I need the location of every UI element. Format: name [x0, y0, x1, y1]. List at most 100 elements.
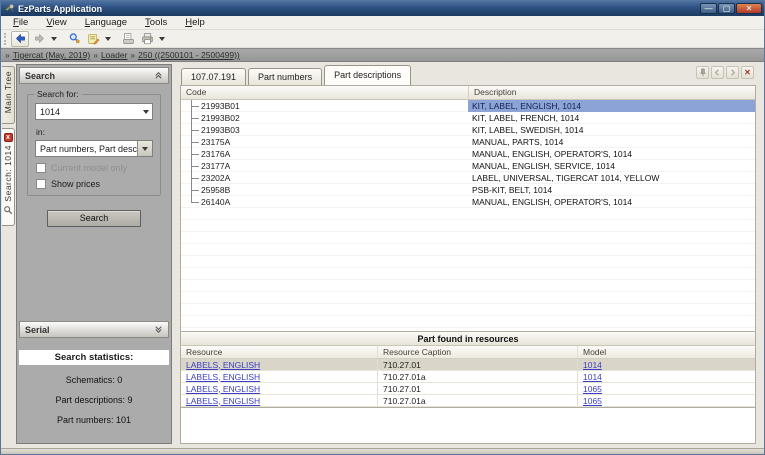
- table-row[interactable]: 21993B01KIT, LABEL, ENGLISH, 1014: [181, 100, 755, 112]
- caret-down-icon: [51, 37, 57, 41]
- breadcrumb-link[interactable]: Tigercat (May, 2019): [13, 50, 90, 60]
- table-row[interactable]: 25958B PSB-KIT, BELT, 1014: [181, 184, 755, 196]
- history-dropdown[interactable]: [49, 31, 58, 47]
- close-tab-button[interactable]: ✕: [741, 66, 754, 79]
- resource-link[interactable]: LABELS, ENGLISH: [186, 372, 260, 382]
- cell-code: 21993B02: [181, 112, 468, 124]
- tab-part-numbers[interactable]: Part numbers: [248, 68, 322, 85]
- table-row[interactable]: 21993B02KIT, LABEL, FRENCH, 1014: [181, 112, 755, 124]
- search-term-combobox[interactable]: 1014: [35, 103, 153, 120]
- dock-strip: Main Tree x Search: 1014: [1, 62, 16, 448]
- forward-button[interactable]: [30, 31, 48, 47]
- notes-dropdown[interactable]: [103, 31, 112, 47]
- menu-item-file[interactable]: File: [5, 16, 36, 30]
- sidebar-tab-search[interactable]: x Search: 1014: [2, 128, 15, 226]
- notes-button[interactable]: [84, 31, 102, 47]
- title-bar[interactable]: EzParts Application — ▢ ✕: [1, 1, 764, 16]
- checkbox-icon[interactable]: [36, 163, 46, 173]
- resource-link[interactable]: LABELS, ENGLISH: [186, 396, 260, 406]
- table-row[interactable]: 21993B03KIT, LABEL, SWEDISH, 1014: [181, 124, 755, 136]
- table-row[interactable]: LABELS, ENGLISH710.27.01a1014: [181, 371, 755, 383]
- show-prices-checkbox[interactable]: Show prices: [36, 179, 153, 189]
- checkbox-icon[interactable]: [36, 179, 46, 189]
- cell-code: 25958B: [181, 184, 468, 196]
- tree-connector-icon: [187, 124, 201, 136]
- tab-107-07-191[interactable]: 107.07.191: [181, 68, 246, 85]
- menu-item-view[interactable]: View: [38, 16, 74, 30]
- cell-description[interactable]: LABEL, UNIVERSAL, TIGERCAT 1014, YELLOW: [468, 172, 755, 184]
- cell-code: 21993B01: [181, 100, 468, 112]
- cell-description[interactable]: MANUAL, ENGLISH, OPERATOR'S, 1014: [468, 196, 755, 208]
- pin-button[interactable]: [696, 66, 709, 79]
- cell-description[interactable]: KIT, LABEL, SWEDISH, 1014: [468, 124, 755, 136]
- close-button[interactable]: ✕: [736, 3, 762, 14]
- tree-connector-icon: [187, 136, 201, 148]
- minimize-button[interactable]: —: [700, 3, 717, 14]
- cell-description[interactable]: MANUAL, PARTS, 1014: [468, 136, 755, 148]
- cell-model: 1014: [577, 371, 755, 382]
- search-statistic: Part descriptions: 9: [17, 395, 171, 405]
- table-row[interactable]: 23177AMANUAL, ENGLISH, SERVICE, 1014: [181, 160, 755, 172]
- cell-description[interactable]: KIT, LABEL, ENGLISH, 1014: [468, 100, 755, 112]
- model-link[interactable]: 1014: [583, 360, 602, 370]
- cell-description[interactable]: KIT, LABEL, FRENCH, 1014: [468, 112, 755, 124]
- scroll-tabs-right-button[interactable]: [726, 66, 739, 79]
- cell-description[interactable]: MANUAL, ENGLISH, OPERATOR'S, 1014: [468, 148, 755, 160]
- model-link[interactable]: 1065: [583, 384, 602, 394]
- back-icon: [14, 32, 27, 45]
- column-header-code[interactable]: Code: [181, 86, 468, 99]
- cell-code: 26140A: [181, 196, 468, 208]
- combobox-drop-button[interactable]: [137, 141, 152, 156]
- serial-panel-header[interactable]: Serial: [19, 321, 169, 338]
- checkbox-label: Current model only: [51, 163, 127, 173]
- breadcrumb-link[interactable]: Loader: [101, 50, 127, 60]
- column-header-resource-caption[interactable]: Resource Caption: [377, 346, 577, 358]
- breadcrumb-separator-icon: »: [130, 50, 135, 60]
- maximize-button[interactable]: ▢: [718, 3, 735, 14]
- current-model-only-checkbox[interactable]: Current model only: [36, 163, 153, 173]
- menu-item-tools[interactable]: Tools: [137, 16, 175, 30]
- cell-description[interactable]: MANUAL, ENGLISH, SERVICE, 1014: [468, 160, 755, 172]
- table-row[interactable]: 23175AMANUAL, PARTS, 1014: [181, 136, 755, 148]
- column-header-model[interactable]: Model: [577, 346, 755, 358]
- table-row[interactable]: 23176AMANUAL, ENGLISH, OPERATOR'S, 1014: [181, 148, 755, 160]
- resource-link[interactable]: LABELS, ENGLISH: [186, 384, 260, 394]
- tree-connector-icon: [187, 196, 201, 208]
- print-button[interactable]: [138, 31, 156, 47]
- search-tool-button[interactable]: [65, 31, 83, 47]
- breadcrumb-link[interactable]: 250 ((2500101 - 2500499)): [138, 50, 240, 60]
- close-icon[interactable]: x: [4, 133, 13, 142]
- table-row[interactable]: LABELS, ENGLISH 710.27.01 1065: [181, 383, 755, 395]
- cell-description[interactable]: PSB-KIT, BELT, 1014: [468, 184, 755, 196]
- tab-part-descriptions[interactable]: Part descriptions: [324, 65, 411, 85]
- table-row[interactable]: LABELS, ENGLISH710.27.01a1065: [181, 395, 755, 407]
- search-panel-header[interactable]: Search: [19, 67, 169, 84]
- model-link[interactable]: 1065: [583, 396, 602, 406]
- back-button[interactable]: [11, 31, 29, 47]
- parts-table: Code Description 21993B01KIT, LABEL, ENG…: [180, 85, 756, 332]
- resource-link[interactable]: LABELS, ENGLISH: [186, 360, 260, 370]
- model-link[interactable]: 1014: [583, 372, 602, 382]
- search-button[interactable]: Search: [47, 210, 141, 227]
- print-dropdown[interactable]: [157, 31, 166, 47]
- search-in-combobox[interactable]: Part numbers, Part descriptio...: [35, 140, 153, 157]
- print-preview-button[interactable]: [119, 31, 137, 47]
- chevron-left-icon: [713, 68, 722, 77]
- menu-bar: FileViewLanguageToolsHelp: [1, 16, 764, 30]
- code-text: 25958B: [201, 185, 230, 195]
- cell-resource-caption: 710.27.01: [377, 359, 577, 370]
- menu-item-language[interactable]: Language: [77, 16, 135, 30]
- menu-item-help[interactable]: Help: [177, 16, 213, 30]
- window-title: EzParts Application: [18, 4, 700, 14]
- table-row[interactable]: LABELS, ENGLISH 710.27.01 1014: [181, 359, 755, 371]
- cell-resource-caption: 710.27.01: [377, 383, 577, 394]
- cell-code: 23175A: [181, 136, 468, 148]
- table-row[interactable]: 23202ALABEL, UNIVERSAL, TIGERCAT 1014, Y…: [181, 172, 755, 184]
- table-row[interactable]: 26140AMANUAL, ENGLISH, OPERATOR'S, 1014: [181, 196, 755, 208]
- scroll-tabs-left-button[interactable]: [711, 66, 724, 79]
- cell-model: 1065: [577, 383, 755, 394]
- column-header-description[interactable]: Description: [468, 86, 755, 99]
- search-panel: Search Search for: 1014 in: Part numbers…: [16, 64, 172, 444]
- sidebar-tab-main-tree[interactable]: Main Tree: [2, 66, 15, 124]
- column-header-resource[interactable]: Resource: [181, 346, 377, 358]
